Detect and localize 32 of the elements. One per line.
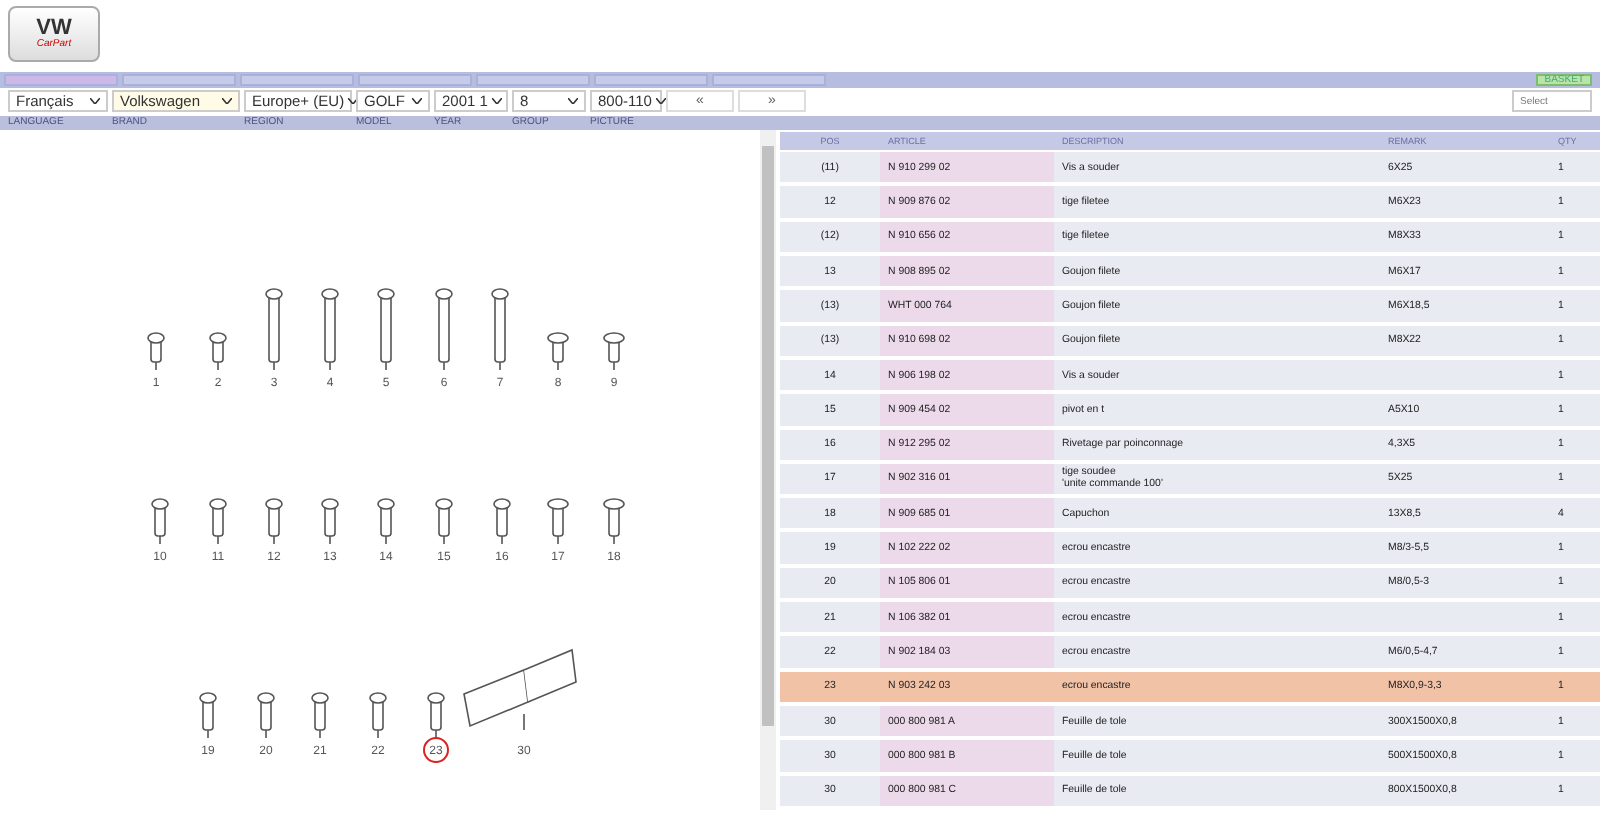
- fastener-drawing: [147, 332, 165, 371]
- fastener-drawing: [603, 498, 625, 545]
- fastener-drawing: [209, 332, 227, 371]
- fastener-drawing: [493, 498, 511, 545]
- fastener-drawing: [491, 288, 509, 371]
- fastener-drawing: [257, 692, 275, 739]
- dropdown-caret-icon: [412, 98, 422, 104]
- fastener-drawing: [435, 498, 453, 545]
- fastener-drawing: [427, 692, 445, 739]
- fastener-drawing: [265, 498, 283, 545]
- dropdown-caret-icon: [222, 98, 232, 104]
- dropdown-caret-icon: [568, 98, 578, 104]
- dropdown-caret-icon: [491, 98, 502, 104]
- dropdown-caret-icon: [348, 98, 359, 104]
- fastener-drawing: [321, 498, 339, 545]
- fastener-drawing: [377, 498, 395, 545]
- dropdown-caret-icon: [90, 98, 100, 104]
- fastener-drawing: [547, 498, 569, 545]
- fastener-drawing: [311, 692, 329, 739]
- dropdown-caret-icon: [655, 98, 666, 104]
- fastener-drawing: [321, 288, 339, 371]
- fastener-drawing: [369, 692, 387, 739]
- fastener-drawing: [199, 692, 217, 739]
- fastener-drawing: [377, 288, 395, 371]
- fastener-drawing: [265, 288, 283, 371]
- sheet-metal-drawing: [463, 648, 577, 731]
- fastener-drawing: [547, 332, 569, 371]
- fastener-drawing: [151, 498, 169, 545]
- scrollbar[interactable]: [760, 130, 776, 810]
- fastener-drawing: [435, 288, 453, 371]
- fastener-drawing: [209, 498, 227, 545]
- fastener-drawing: [603, 332, 625, 371]
